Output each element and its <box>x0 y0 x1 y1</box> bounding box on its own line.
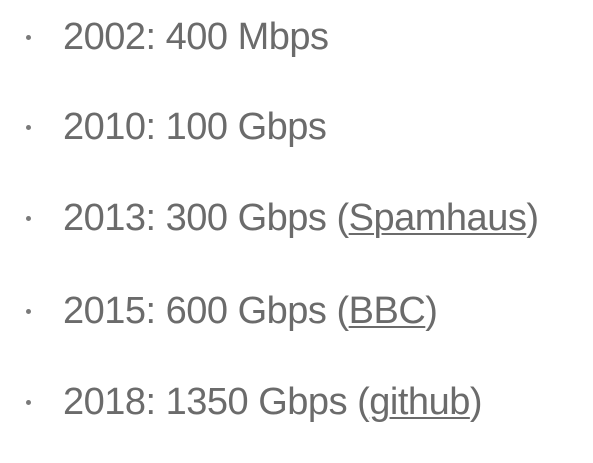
bullet-dot-icon <box>26 308 31 314</box>
list-item: 2018: 1350 Gbps ​(github) <box>26 377 483 427</box>
bullet-dot-icon <box>26 215 31 221</box>
bullet-list: 2002: 400 Mbps 2010: 100 Gbps 2013: 300 … <box>0 0 593 463</box>
item-text: 2002: 400 Mbps <box>63 15 329 58</box>
open-paren: ( <box>357 380 370 423</box>
close-paren: ) <box>469 380 483 423</box>
spamhaus-link[interactable]: Spamhaus <box>349 197 527 240</box>
bullet-dot-icon <box>26 399 31 405</box>
list-item: 2010: 100 Gbps <box>26 102 327 152</box>
item-text: 2010: 100 Gbps <box>63 105 327 148</box>
open-paren: ( <box>336 196 350 239</box>
open-paren: ( <box>336 289 350 332</box>
list-item: 2013: 300 Gbps ​(Spamhaus) <box>26 193 539 243</box>
close-paren: ) <box>526 196 539 239</box>
close-paren: ) <box>425 289 438 332</box>
bullet-dot-icon <box>26 34 31 40</box>
bullet-dot-icon <box>26 124 31 130</box>
github-link[interactable]: github <box>369 381 470 424</box>
list-item: 2015: 600 Gbps ​(BBC) <box>26 286 438 336</box>
list-item: 2002: 400 Mbps <box>26 12 329 62</box>
item-text: 2018: 1350 Gbps <box>63 380 358 423</box>
item-text: 2015: 600 Gbps <box>63 289 337 332</box>
bbc-link[interactable]: BBC <box>349 290 426 333</box>
item-text: 2013: 300 Gbps <box>63 196 337 239</box>
